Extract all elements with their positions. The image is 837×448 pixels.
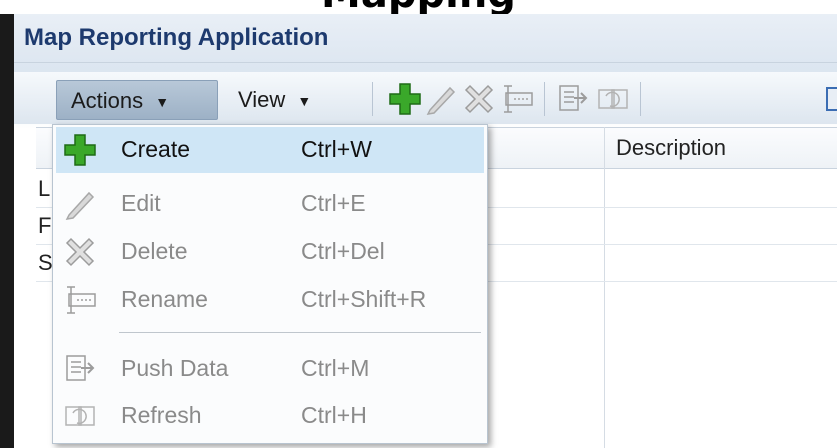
export-icon[interactable] xyxy=(826,82,837,116)
toolbar-separator xyxy=(640,82,641,116)
column-divider xyxy=(604,127,605,448)
chevron-down-icon: ▼ xyxy=(297,93,312,110)
actions-menu-label: Actions xyxy=(71,88,144,113)
chevron-down-icon: ▼ xyxy=(155,94,170,111)
header-divider xyxy=(14,62,837,63)
toolbar-separator xyxy=(372,82,373,116)
menu-item-label: Delete xyxy=(121,238,188,264)
menu-item-shortcut: Ctrl+Shift+R xyxy=(301,286,427,312)
menu-item-label: Push Data xyxy=(121,355,229,381)
menu-item-edit[interactable]: Edit Ctrl+E xyxy=(53,181,485,227)
push-data-icon xyxy=(66,355,95,381)
menu-item-shortcut: Ctrl+H xyxy=(301,402,367,428)
menu-item-shortcut: Ctrl+M xyxy=(301,355,370,381)
table-row[interactable]: F xyxy=(38,213,52,239)
pencil-icon xyxy=(65,191,95,220)
push-data-icon[interactable] xyxy=(556,82,590,116)
rename-icon xyxy=(67,286,96,314)
actions-menu-button[interactable]: Actions ▼ xyxy=(56,80,218,120)
add-icon[interactable] xyxy=(388,82,422,116)
rename-icon[interactable] xyxy=(500,82,534,116)
view-menu-button[interactable]: View ▼ xyxy=(238,80,311,120)
menu-item-create[interactable]: Create Ctrl+W xyxy=(56,127,484,173)
page-heading: Mapping xyxy=(0,0,837,14)
edit-icon[interactable] xyxy=(424,82,458,116)
refresh-icon xyxy=(65,406,95,426)
menu-item-label: Create xyxy=(121,136,191,162)
menu-item-shortcut: Ctrl+Del xyxy=(301,238,385,264)
add-icon xyxy=(64,134,96,166)
menu-item-label: Refresh xyxy=(121,402,202,428)
column-header-description[interactable]: Description xyxy=(616,128,726,168)
delete-icon[interactable] xyxy=(462,82,496,116)
menu-item-label: Edit xyxy=(121,190,161,216)
refresh-icon[interactable] xyxy=(596,82,630,116)
actions-dropdown-menu: Create Ctrl+W Edit Ctrl+E Delete Ctrl+De… xyxy=(52,124,488,444)
menu-item-shortcut: Ctrl+E xyxy=(301,190,366,216)
view-menu-label: View xyxy=(238,87,286,112)
menu-item-delete[interactable]: Delete Ctrl+Del xyxy=(53,229,485,275)
menu-item-push-data[interactable]: Push Data Ctrl+M xyxy=(53,346,485,392)
delete-x-icon xyxy=(65,237,95,267)
table-row[interactable]: S xyxy=(38,250,52,276)
menu-item-refresh[interactable]: Refresh Ctrl+H xyxy=(53,393,485,439)
table-row[interactable]: L xyxy=(38,176,52,202)
menu-item-shortcut: Ctrl+W xyxy=(301,136,372,162)
menu-separator xyxy=(119,332,481,333)
app-title: Map Reporting Application xyxy=(24,24,329,51)
toolbar-separator xyxy=(544,82,545,116)
menu-item-rename[interactable]: Rename Ctrl+Shift+R xyxy=(53,277,485,323)
menu-item-label: Rename xyxy=(121,286,208,312)
